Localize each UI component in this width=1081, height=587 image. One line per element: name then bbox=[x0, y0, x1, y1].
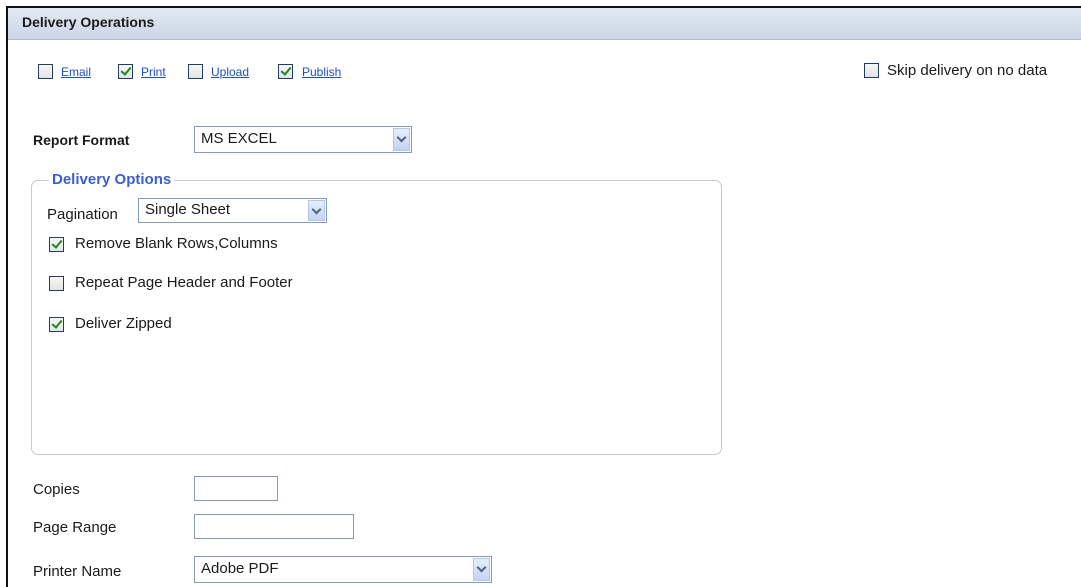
deliver-zipped-checkbox[interactable] bbox=[49, 317, 64, 332]
publish-checkbox[interactable] bbox=[278, 64, 293, 79]
copies-label: Copies bbox=[33, 481, 80, 498]
print-checkbox[interactable] bbox=[118, 64, 133, 79]
remove-blank-checkbox[interactable] bbox=[49, 237, 64, 252]
report-format-label: Report Format bbox=[33, 132, 130, 148]
page-range-input[interactable] bbox=[194, 514, 354, 539]
publish-link[interactable]: Publish bbox=[302, 65, 341, 79]
chevron-down-icon[interactable] bbox=[308, 200, 325, 221]
repeat-header-label: Repeat Page Header and Footer bbox=[75, 274, 293, 291]
upload-checkbox[interactable] bbox=[188, 64, 203, 79]
skip-delivery-label: Skip delivery on no data bbox=[887, 62, 1048, 79]
printer-name-select[interactable]: Adobe PDF bbox=[194, 556, 492, 583]
pagination-select[interactable]: Single Sheet bbox=[138, 198, 327, 223]
upload-link[interactable]: Upload bbox=[211, 65, 249, 79]
printer-name-value: Adobe PDF bbox=[201, 560, 279, 577]
deliver-zipped-label: Deliver Zipped bbox=[75, 315, 172, 332]
page-range-label: Page Range bbox=[33, 519, 117, 536]
email-checkbox[interactable] bbox=[38, 64, 53, 79]
chevron-down-icon[interactable] bbox=[473, 558, 490, 581]
pagination-value: Single Sheet bbox=[145, 201, 231, 218]
delivery-options-legend: Delivery Options bbox=[49, 171, 175, 188]
section-title: Delivery Operations bbox=[22, 14, 155, 30]
section-header: Delivery Operations bbox=[8, 8, 1081, 40]
chevron-down-icon[interactable] bbox=[393, 128, 410, 151]
repeat-header-checkbox[interactable] bbox=[49, 276, 64, 291]
email-link[interactable]: Email bbox=[61, 65, 91, 79]
printer-name-label: Printer Name bbox=[33, 563, 122, 580]
report-format-select[interactable]: MS EXCEL bbox=[194, 126, 412, 153]
pagination-label: Pagination bbox=[47, 206, 118, 223]
copies-input[interactable] bbox=[194, 476, 278, 501]
print-link[interactable]: Print bbox=[141, 65, 166, 79]
skip-delivery-checkbox[interactable] bbox=[864, 63, 879, 78]
report-format-value: MS EXCEL bbox=[201, 130, 277, 147]
remove-blank-label: Remove Blank Rows,Columns bbox=[75, 235, 278, 252]
